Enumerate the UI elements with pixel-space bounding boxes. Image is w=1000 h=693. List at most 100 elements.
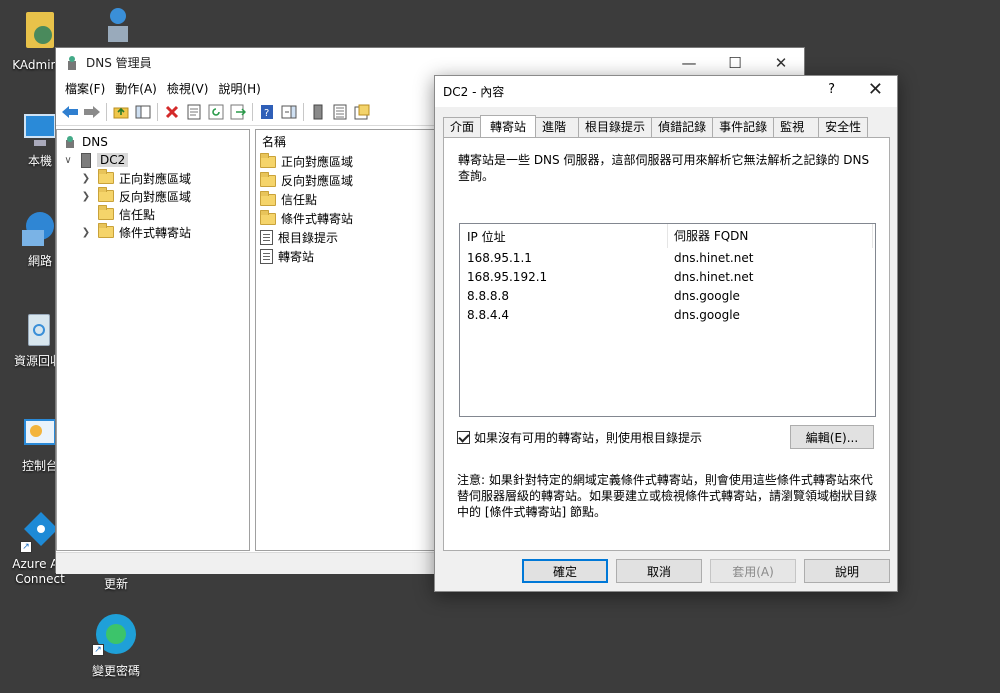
forwarder-fqdn: dns.hinet.net	[674, 269, 754, 284]
tree-item-reverse-zones[interactable]: ❯ 反向對應區域	[57, 187, 249, 205]
up-folder-icon[interactable]	[110, 101, 132, 123]
table-row[interactable]: 168.95.192.1 dns.hinet.net	[460, 267, 875, 286]
tree-item-conditional-forwarders[interactable]: ❯ 條件式轉寄站	[57, 223, 249, 241]
computer-icon	[20, 110, 60, 150]
server-icon	[81, 152, 91, 168]
tree-item-trust-points[interactable]: 信任點	[57, 205, 249, 223]
list-item-label: 條件式轉寄站	[281, 212, 354, 226]
help-button[interactable]: 說明	[804, 559, 890, 583]
collapse-chevron-icon[interactable]: ∨	[61, 155, 75, 166]
ok-button[interactable]: 確定	[522, 559, 608, 583]
delete-icon[interactable]	[161, 101, 183, 123]
dialog-titlebar[interactable]: DC2 - 內容 ? ✕	[435, 76, 897, 107]
tab-root-hints[interactable]: 根目錄提示	[578, 117, 653, 137]
toolbar-separator	[106, 103, 107, 121]
use-root-hints-label: 如果沒有可用的轉寄站，則使用根目錄提示	[474, 431, 703, 445]
show-hide-console-tree-icon[interactable]	[132, 101, 154, 123]
server-properties-dialog: DC2 - 內容 ? ✕ 介面 轉寄站 進階 根目錄提示 偵錯記錄 事件記錄 監…	[434, 75, 898, 592]
edge-browser-icon: ↗	[92, 612, 140, 660]
dns-app-icon	[64, 55, 80, 71]
forwarders-list[interactable]: IP 位址 伺服器 FQDN 168.95.1.1 dns.hinet.net …	[459, 223, 876, 417]
tab-advanced[interactable]: 進階	[535, 117, 580, 137]
user-folder-icon	[20, 12, 60, 52]
record-list-icon[interactable]	[329, 101, 351, 123]
forwarder-fqdn: dns.hinet.net	[674, 250, 754, 265]
desktop-icon-label: 更新	[103, 577, 128, 591]
tab-forwarders[interactable]: 轉寄站	[480, 115, 537, 137]
dns-manager-titlebar[interactable]: DNS 管理員 — ☐ ✕	[56, 48, 804, 77]
maximize-icon[interactable]: ☐	[712, 48, 758, 77]
tree-item-label: 反向對應區域	[119, 189, 192, 204]
folder-icon	[260, 152, 276, 168]
properties-sheet-icon[interactable]	[183, 101, 205, 123]
folder-icon	[260, 171, 276, 187]
back-arrow-icon[interactable]	[59, 101, 81, 123]
server-icon[interactable]	[307, 101, 329, 123]
tree-item-dns[interactable]: DNS	[57, 133, 249, 151]
table-row[interactable]: 8.8.8.8 dns.google	[460, 286, 875, 305]
tree-item-forward-zones[interactable]: ❯ 正向對應區域	[57, 169, 249, 187]
tree-item-label: 條件式轉寄站	[119, 225, 192, 240]
tab-monitoring[interactable]: 監視	[773, 117, 820, 137]
help-book-icon[interactable]: ?	[256, 101, 278, 123]
refresh-icon[interactable]	[205, 101, 227, 123]
use-root-hints-checkbox[interactable]	[457, 431, 470, 444]
table-row[interactable]: 8.8.4.4 dns.google	[460, 305, 875, 324]
edit-button[interactable]: 編輯(E)...	[790, 425, 874, 449]
folder-icon	[98, 223, 114, 238]
forwarder-ip: 8.8.4.4	[467, 307, 509, 322]
list-item-label: 反向對應區域	[281, 174, 354, 188]
apply-button[interactable]: 套用(A)	[710, 559, 796, 583]
network-icon	[20, 210, 60, 250]
folder-icon	[98, 169, 114, 184]
tab-debug-logging[interactable]: 偵錯記錄	[651, 117, 714, 137]
folder-icon	[260, 190, 276, 206]
tab-strip: 介面 轉寄站 進階 根目錄提示 偵錯記錄 事件記錄 監視 安全性	[443, 115, 869, 137]
folder-icon	[98, 187, 114, 202]
shortcut-arrow-icon: ↗	[92, 644, 104, 656]
recycle-bin-icon	[18, 310, 58, 350]
tree-item-label: DNS	[82, 135, 108, 149]
forward-arrow-icon[interactable]	[81, 101, 103, 123]
show-action-pane-icon[interactable]	[278, 101, 300, 123]
dialog-title: DC2 - 內容	[443, 85, 505, 99]
close-icon[interactable]: ✕	[868, 79, 883, 100]
column-header-fqdn[interactable]: 伺服器 FQDN	[667, 224, 875, 248]
expand-chevron-icon[interactable]: ❯	[79, 173, 93, 184]
table-row[interactable]: 168.95.1.1 dns.hinet.net	[460, 248, 875, 267]
forwarders-icon	[260, 249, 273, 264]
tab-event-logging[interactable]: 事件記錄	[712, 117, 775, 137]
menu-action[interactable]: 動作(A)	[110, 80, 162, 97]
cancel-button[interactable]: 取消	[616, 559, 702, 583]
desktop-icon-change-password[interactable]: ↗ 變更密碼	[78, 612, 154, 679]
list-item-label: 轉寄站	[278, 250, 315, 264]
forwarders-list-header: IP 位址 伺服器 FQDN	[460, 224, 875, 248]
new-record-icon[interactable]	[351, 101, 373, 123]
console-tree-pane: DNS ∨ DC2 ❯ 正向對應區域 ❯ 反向對應區域 信任點 ❯ 條件式轉寄站	[56, 129, 250, 551]
close-icon[interactable]: ✕	[758, 48, 804, 77]
tree-item-server[interactable]: ∨ DC2	[57, 151, 249, 169]
column-header-ip[interactable]: IP 位址	[460, 228, 667, 245]
expand-chevron-icon[interactable]: ❯	[79, 191, 93, 202]
list-item-label: 正向對應區域	[281, 155, 354, 169]
use-root-hints-option[interactable]: 如果沒有可用的轉寄站，則使用根目錄提示	[457, 429, 702, 446]
tab-security[interactable]: 安全性	[818, 117, 869, 137]
expand-chevron-icon[interactable]: ❯	[79, 227, 93, 238]
menu-help[interactable]: 說明(H)	[213, 80, 265, 97]
svg-text:?: ?	[264, 108, 269, 119]
folder-icon	[98, 205, 114, 220]
shortcut-arrow-icon: ↗	[20, 541, 32, 553]
minimize-icon[interactable]: —	[666, 48, 712, 77]
help-question-icon[interactable]: ?	[828, 82, 835, 97]
conditional-forwarder-note: 注意: 如果針對特定的網域定義條件式轉寄站，則會使用這些條件式轉寄站來代替伺服器…	[457, 473, 878, 519]
desktop-icon-network-server[interactable]	[80, 6, 156, 50]
tree-item-label: DC2	[97, 153, 129, 167]
menu-file[interactable]: 檔案(F)	[60, 80, 110, 97]
forwarders-description: 轉寄站是一些 DNS 伺服器，這部伺服器可用來解析它無法解析之記錄的 DNS 查…	[458, 153, 870, 183]
toolbar-separator	[303, 103, 304, 121]
tab-interfaces[interactable]: 介面	[443, 117, 482, 137]
root-hints-icon	[260, 230, 273, 245]
control-panel-icon	[20, 415, 60, 455]
menu-view[interactable]: 檢視(V)	[162, 80, 214, 97]
export-list-icon[interactable]	[227, 101, 249, 123]
